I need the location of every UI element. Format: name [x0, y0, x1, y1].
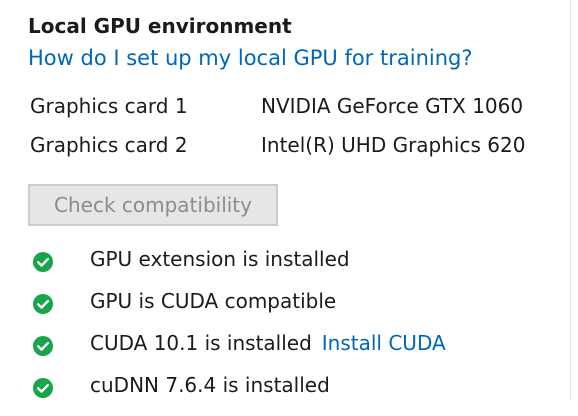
graphics-card-row: Graphics card 2 Intel(R) UHD Graphics 62… — [30, 133, 560, 172]
check-circle-icon — [33, 252, 53, 272]
local-gpu-panel: Local GPU environment How do I set up my… — [0, 0, 578, 416]
graphics-card-label: Graphics card 1 — [30, 94, 188, 118]
check-circle-icon — [33, 294, 53, 314]
status-text: CUDA 10.1 is installed Install CUDA — [90, 331, 446, 355]
status-text-label: CUDA 10.1 is installed — [90, 331, 312, 355]
graphics-card-label: Graphics card 2 — [30, 133, 188, 157]
install-cuda-link[interactable]: Install CUDA — [322, 331, 446, 355]
section-title: Local GPU environment — [28, 14, 292, 38]
graphics-card-table: Graphics card 1 NVIDIA GeForce GTX 1060 … — [30, 94, 560, 172]
graphics-card-value: Intel(R) UHD Graphics 620 — [261, 133, 526, 157]
status-item: cuDNN 7.6.4 is installed — [30, 371, 560, 413]
status-text: GPU extension is installed — [90, 247, 350, 271]
gpu-setup-help-link[interactable]: How do I set up my local GPU for trainin… — [28, 46, 473, 70]
panel-divider — [570, 0, 571, 400]
compatibility-status-list: GPU extension is installed GPU is CUDA c… — [30, 245, 560, 413]
status-item: CUDA 10.1 is installed Install CUDA — [30, 329, 560, 371]
check-circle-icon — [33, 378, 53, 398]
check-compatibility-button[interactable]: Check compatibility — [28, 184, 278, 226]
status-text: cuDNN 7.6.4 is installed — [90, 373, 330, 397]
graphics-card-row: Graphics card 1 NVIDIA GeForce GTX 1060 — [30, 94, 560, 133]
graphics-card-value: NVIDIA GeForce GTX 1060 — [261, 94, 524, 118]
status-text: GPU is CUDA compatible — [90, 289, 337, 313]
status-item: GPU is CUDA compatible — [30, 287, 560, 329]
check-circle-icon — [33, 336, 53, 356]
status-item: GPU extension is installed — [30, 245, 560, 287]
